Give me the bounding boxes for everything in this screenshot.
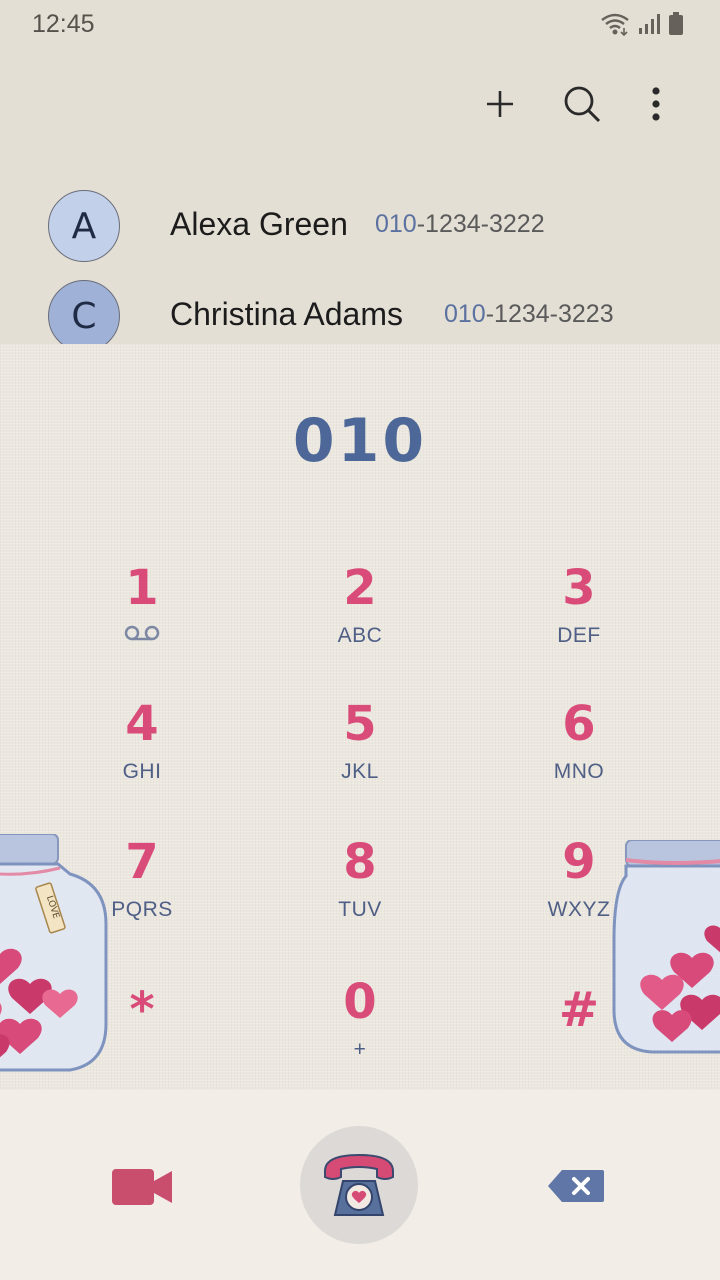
- signal-icon: [638, 13, 660, 35]
- key-letters: ABC: [337, 624, 383, 647]
- phone-match: 010: [375, 210, 417, 238]
- key-digit: 7: [125, 834, 159, 890]
- key-digit: 1: [125, 560, 159, 616]
- key-digit: 8: [343, 834, 377, 890]
- avatar: C: [48, 280, 120, 344]
- search-icon: [564, 86, 601, 123]
- contact-phone: 010-1234-3223: [444, 300, 614, 329]
- battery-icon: [668, 12, 684, 36]
- dial-key-8[interactable]: 8 TUV: [260, 834, 460, 954]
- key-digit: 9: [562, 834, 596, 890]
- contact-name: Alexa Green: [170, 206, 348, 242]
- contact-phone: 010-1234-3222: [375, 210, 545, 239]
- phone-rest: -1234-3223: [485, 300, 614, 328]
- search-button[interactable]: [560, 82, 604, 126]
- dialer-keypad-area: 010 LOVE 1 2 ABC 3 DEF 4 GHI 5 JKL 6 MNO…: [0, 344, 720, 1090]
- contact-suggestions: A Alexa Green 010-1234-3222 C Christina …: [0, 180, 720, 344]
- phone-match: 010: [444, 300, 486, 328]
- dial-key-9[interactable]: 9 WXYZ: [479, 834, 679, 954]
- dial-key-7[interactable]: 7 PQRS: [42, 834, 242, 954]
- dial-key-5[interactable]: 5 JKL: [260, 696, 460, 816]
- status-bar: 12:45: [0, 0, 720, 50]
- dial-key-star[interactable]: *: [42, 974, 242, 1090]
- key-digit: 6: [562, 696, 596, 752]
- call-button[interactable]: [300, 1126, 418, 1244]
- key-digit: 4: [125, 696, 159, 752]
- key-digit: #: [558, 982, 600, 1038]
- dial-key-0[interactable]: 0 +: [260, 974, 460, 1090]
- toolbar: [0, 60, 720, 150]
- key-letters: GHI: [122, 760, 162, 783]
- more-vertical-icon: [652, 87, 660, 121]
- key-letters: MNO: [553, 760, 605, 783]
- video-call-icon: [112, 1169, 172, 1205]
- dial-key-3[interactable]: 3 DEF: [479, 560, 679, 680]
- key-digit: *: [129, 982, 155, 1038]
- dialer-action-bar: [0, 1090, 720, 1280]
- plus-icon: [487, 91, 513, 117]
- contact-name: Christina Adams: [170, 296, 403, 332]
- backspace-button[interactable]: [546, 1168, 610, 1208]
- status-time: 12:45: [32, 10, 95, 38]
- add-contact-button[interactable]: [478, 82, 522, 126]
- key-letters: TUV: [338, 898, 382, 921]
- key-digit: 3: [562, 560, 596, 616]
- status-icons: [600, 12, 684, 36]
- entered-number[interactable]: 010: [0, 406, 720, 476]
- dial-key-4[interactable]: 4 GHI: [42, 696, 242, 816]
- key-letters: WXYZ: [547, 898, 611, 921]
- phone-rest: -1234-3222: [416, 210, 545, 238]
- avatar: A: [48, 190, 120, 262]
- dial-key-6[interactable]: 6 MNO: [479, 696, 679, 816]
- key-letters: JKL: [341, 760, 379, 783]
- video-call-button[interactable]: [102, 1160, 182, 1214]
- dial-key-1[interactable]: 1: [42, 560, 242, 680]
- key-digit: 0: [343, 974, 377, 1030]
- key-digit: 2: [343, 560, 377, 616]
- more-options-button[interactable]: [634, 82, 678, 126]
- telephone-icon: [324, 1153, 394, 1216]
- backspace-icon: [548, 1170, 604, 1202]
- voicemail-icon: [123, 624, 161, 648]
- key-digit: 5: [343, 696, 377, 752]
- key-letters: PQRS: [111, 898, 173, 921]
- wifi-icon: [600, 12, 630, 36]
- contact-row-christina[interactable]: C Christina Adams 010-1234-3223: [0, 270, 720, 344]
- key-letters: DEF: [557, 624, 601, 647]
- dial-key-hash[interactable]: #: [479, 974, 679, 1090]
- key-letters: +: [353, 1038, 367, 1061]
- dial-key-2[interactable]: 2 ABC: [260, 560, 460, 680]
- contact-row-alexa[interactable]: A Alexa Green 010-1234-3222: [0, 180, 720, 270]
